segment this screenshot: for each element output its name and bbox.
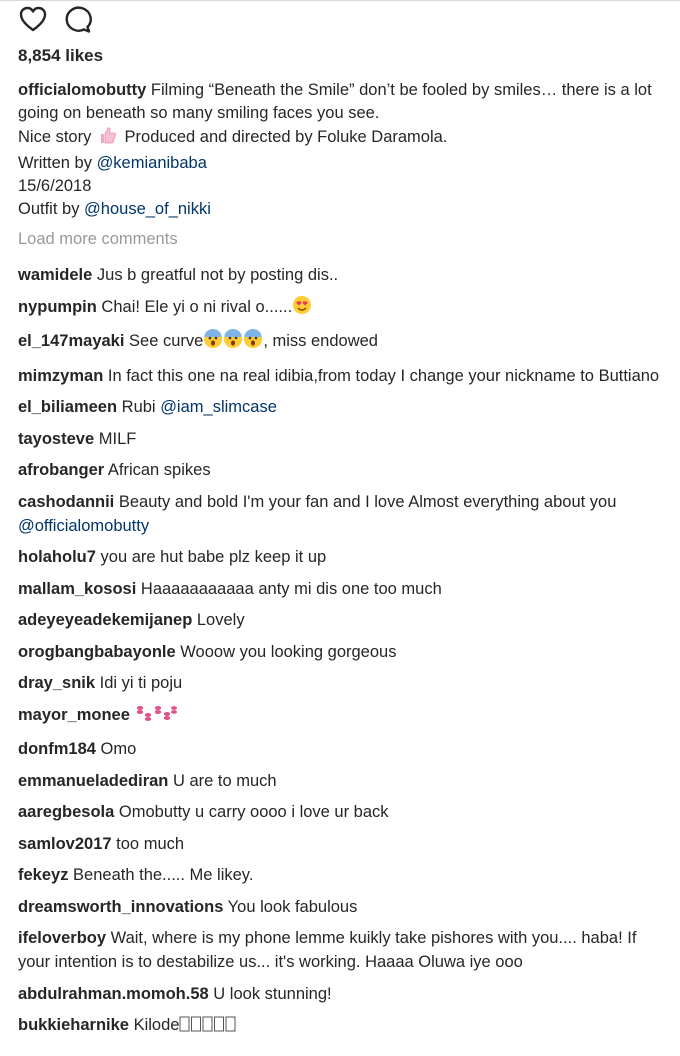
comment-username[interactable]: cashodannii	[18, 493, 114, 511]
caption-second-line: Nice story Produced and directed by Folu…	[18, 125, 670, 152]
comment-bubble-icon[interactable]	[62, 4, 92, 34]
comment-username[interactable]: nypumpin	[18, 298, 97, 316]
kiss-marks-emoji	[134, 703, 178, 730]
comment-text: Wooow you looking gorgeous	[180, 642, 397, 661]
comment-username[interactable]: afrobanger	[18, 461, 104, 479]
comment-text: Omo	[100, 740, 137, 758]
comment-item: el_biliameen Rubi @iam_slimcase	[18, 395, 670, 419]
comment-username[interactable]: dreamsworth_innovations	[18, 898, 223, 916]
comment-item: abdulrahman.momoh.58 U look stunning!	[18, 982, 670, 1006]
comment-item: el_147mayaki See curve , miss endowed	[18, 328, 670, 356]
comment-text: Kilode	[133, 1016, 180, 1034]
comment-item: mayor_monee	[18, 703, 670, 730]
comment-text-after: , miss endowed	[263, 332, 378, 350]
comment-text: MILF	[98, 429, 137, 448]
comment-text: African spikes	[107, 461, 211, 479]
comments-list: wamidele Jus b greatful not by posting d…	[18, 263, 670, 1048]
comment-username[interactable]: dray_snik	[18, 674, 95, 692]
comment-text: Omobutty u carry oooo i love ur back	[118, 803, 389, 821]
comment-item: aaregbesola Omobutty u carry oooo i love…	[18, 800, 670, 824]
comment-text: Jus b greatful not by posting dis..	[96, 266, 339, 284]
comment-username[interactable]: wamidele	[18, 266, 92, 284]
comment-item: mallam_kososi Haaaaaaaaaaa anty mi dis o…	[18, 577, 670, 601]
caption-credits: Produced and directed by Foluke Daramola…	[124, 128, 448, 146]
comment-text: Beneath the..... Me likey.	[73, 866, 254, 884]
comment-username[interactable]: orogbangbabayonle	[18, 643, 176, 661]
mention-link[interactable]: @house_of_nikki	[84, 200, 211, 218]
mention-link[interactable]: @iam_slimcase	[160, 398, 277, 416]
caption-first-line: officialomobutty Filming “Beneath the Sm…	[18, 79, 670, 125]
comment-item: tayosteve MILF	[18, 427, 670, 451]
comment-username[interactable]: holaholu7	[18, 548, 96, 566]
comment-username[interactable]: donfm184	[18, 740, 96, 758]
unrendered-emoji-boxes	[179, 1015, 237, 1040]
caption-outfit-by: Outfit by	[18, 200, 80, 218]
load-more-comments-link[interactable]: Load more comments	[18, 230, 178, 249]
thumbs-up-icon	[98, 125, 118, 152]
screaming-face-emoji	[203, 328, 223, 356]
comment-item: dreamsworth_innovations You look fabulou…	[18, 895, 670, 919]
caption-username[interactable]: officialomobutty	[18, 81, 146, 99]
comment-item: bukkieharnike Kilode	[18, 1013, 670, 1040]
comment-item: mimzyman In fact this one na real idibia…	[18, 364, 670, 388]
comment-username[interactable]: mayor_monee	[18, 706, 130, 724]
comment-text: Wait, where is my phone lemme kuikly tak…	[18, 929, 637, 971]
comment-text: Beauty and bold I'm your fan and I love …	[118, 492, 617, 511]
comment-item: donfm184 Omo	[18, 737, 670, 761]
comment-username[interactable]: mallam_kososi	[18, 580, 136, 598]
caption-written-by: Written by	[18, 154, 92, 172]
mention-link[interactable]: @officialomobutty	[18, 517, 149, 535]
comment-item: afrobanger African spikes	[18, 458, 670, 482]
comment-username[interactable]: ifeloverboy	[18, 929, 106, 947]
comment-text: Idi yi ti poju	[99, 674, 183, 692]
comment-text: See curve	[129, 332, 204, 350]
comment-text: Chai! Ele yi o ni rival o......	[101, 297, 293, 316]
comment-text: Haaaaaaaaaaa anty mi dis one too much	[140, 579, 442, 598]
post-caption: officialomobutty Filming “Beneath the Sm…	[18, 79, 670, 221]
comment-username[interactable]: aaregbesola	[18, 803, 114, 821]
comment-username[interactable]: emmanueladediran	[18, 772, 168, 790]
comment-text: U are to much	[172, 771, 277, 790]
comment-username[interactable]: bukkieharnike	[18, 1016, 129, 1034]
comment-item: samlov2017 too much	[18, 832, 670, 856]
comment-username[interactable]: tayosteve	[18, 430, 94, 448]
comment-item: ifeloverboy Wait, where is my phone lemm…	[18, 926, 670, 974]
caption-date: 15/6/2018	[18, 177, 92, 195]
comment-item: fekeyz Beneath the..... Me likey.	[18, 863, 670, 887]
comment-item: wamidele Jus b greatful not by posting d…	[18, 263, 670, 287]
screaming-face-emoji	[223, 328, 243, 356]
caption-outfit-line: Outfit by @house_of_nikki	[18, 198, 670, 221]
comment-text: you are hut babe plz keep it up	[100, 548, 327, 566]
heart-icon[interactable]	[18, 4, 48, 34]
caption-nice-story: Nice story	[18, 128, 92, 146]
comment-item: dray_snik Idi yi ti poju	[18, 671, 670, 695]
comment-item: nypumpin Chai! Ele yi o ni rival o......	[18, 295, 670, 322]
comment-item: holaholu7 you are hut babe plz keep it u…	[18, 545, 670, 569]
comment-item: adeyeyeadekemijanep Lovely	[18, 608, 670, 632]
comment-username[interactable]: el_147mayaki	[18, 332, 124, 350]
comment-item: emmanueladediran U are to much	[18, 769, 670, 793]
comment-username[interactable]: fekeyz	[18, 866, 68, 884]
comment-text: Lovely	[196, 611, 245, 629]
heart-eyes-emoji	[292, 295, 312, 322]
likes-count[interactable]: 8,854 likes	[18, 46, 103, 66]
top-divider	[0, 0, 680, 1]
comment-username[interactable]: mimzyman	[18, 367, 103, 385]
comment-username[interactable]: abdulrahman.momoh.58	[18, 985, 209, 1003]
comment-text: Rubi	[121, 398, 156, 416]
comment-text: too much	[116, 834, 185, 853]
post-actions-bar	[18, 4, 92, 34]
comment-item: cashodannii Beauty and bold I'm your fan…	[18, 490, 670, 538]
comment-username[interactable]: adeyeyeadekemijanep	[18, 611, 192, 629]
comment-username[interactable]: el_biliameen	[18, 398, 117, 416]
comment-text: In fact this one na real idibia,from tod…	[107, 366, 660, 385]
comment-username[interactable]: samlov2017	[18, 835, 112, 853]
screaming-face-emoji	[243, 328, 263, 356]
caption-writer-line: Written by @kemianibaba	[18, 152, 670, 175]
comment-text: U look stunning!	[213, 984, 332, 1003]
comment-text: You look fabulous	[227, 897, 358, 916]
comment-item: orogbangbabayonle Wooow you looking gorg…	[18, 640, 670, 664]
mention-link[interactable]: @kemianibaba	[97, 154, 207, 172]
